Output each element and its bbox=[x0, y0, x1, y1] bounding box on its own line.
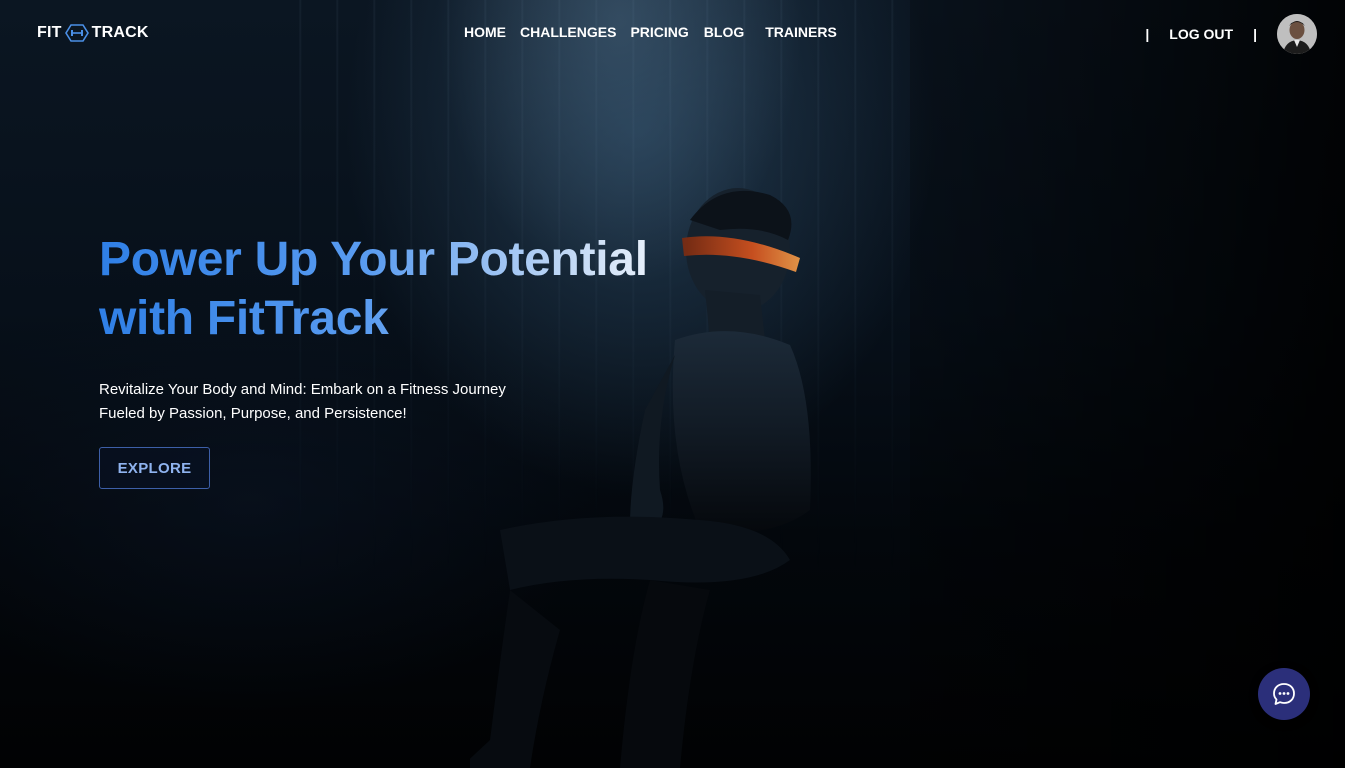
brand-name-left: FIT bbox=[37, 24, 62, 41]
nav-link-home[interactable]: HOME bbox=[458, 24, 512, 40]
brand-name-right: TRACK bbox=[91, 24, 149, 41]
logout-button[interactable]: LOG OUT bbox=[1169, 26, 1233, 42]
page: FIT TRACK HOME CHALLENGES PRICING BLOG T… bbox=[0, 0, 1345, 768]
nav-link-blog[interactable]: BLOG bbox=[698, 24, 750, 40]
nav-link-challenges[interactable]: CHALLENGES bbox=[514, 24, 622, 40]
dumbbell-icon bbox=[64, 24, 89, 42]
hero-title-line-2: with FitTrack bbox=[99, 292, 389, 345]
nav-link-pricing[interactable]: PRICING bbox=[624, 24, 694, 40]
top-navigation-bar: FIT TRACK HOME CHALLENGES PRICING BLOG T… bbox=[0, 0, 1345, 66]
chat-widget-button[interactable] bbox=[1258, 668, 1310, 720]
nav-separator: | bbox=[1253, 26, 1257, 42]
nav-user-area: | LOG OUT | bbox=[1135, 14, 1317, 54]
explore-button[interactable]: EXPLORE bbox=[99, 447, 210, 489]
hero-title-line-1: Power Up Your Potential bbox=[99, 233, 648, 286]
nav-link-trainers[interactable]: TRAINERS bbox=[759, 24, 843, 40]
brand-logo[interactable]: FIT TRACK bbox=[37, 22, 149, 44]
main-nav-links: HOME CHALLENGES PRICING BLOG TRAINERS bbox=[458, 24, 843, 40]
user-avatar[interactable] bbox=[1277, 14, 1317, 54]
chat-bubble-icon bbox=[1271, 681, 1297, 707]
hero-title: Power Up Your Potential with FitTrack bbox=[99, 230, 699, 348]
hero-subtitle: Revitalize Your Body and Mind: Embark on… bbox=[99, 381, 506, 422]
hero-section: Power Up Your Potential with FitTrack Re… bbox=[99, 230, 699, 489]
nav-separator: | bbox=[1145, 26, 1150, 42]
